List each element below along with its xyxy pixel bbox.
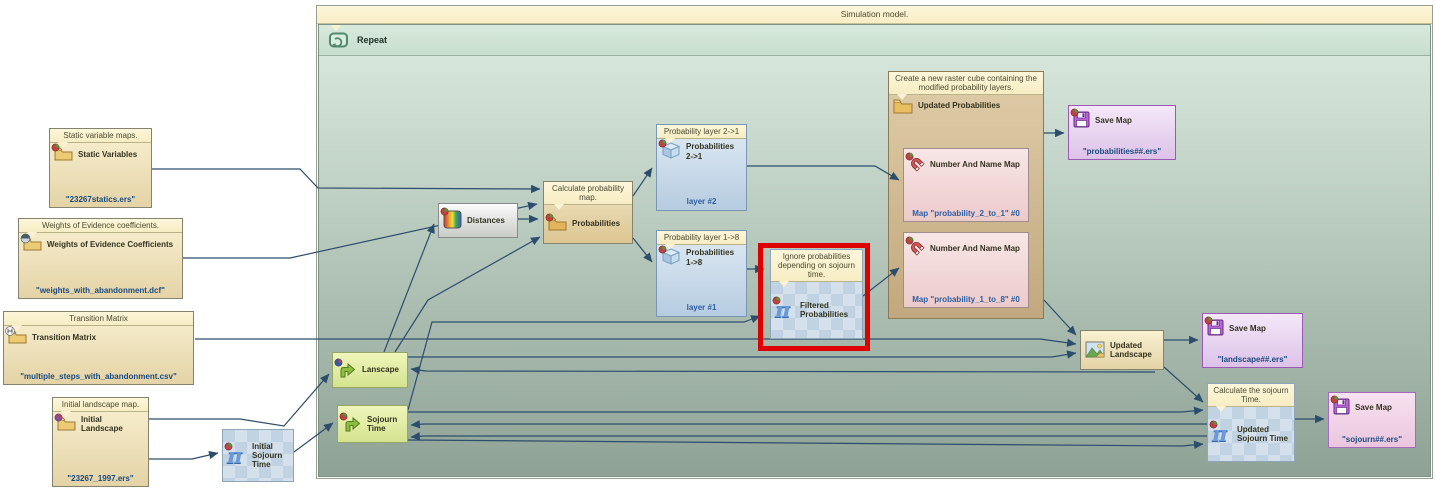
initial-landscape-label: Initial Landscape [81, 415, 144, 433]
landscape-image-icon [1085, 341, 1105, 358]
static-variables-file: "23267statics.ers" [50, 193, 151, 207]
map-dot-icon [1330, 395, 1339, 404]
matrix-grid-icon [5, 326, 15, 336]
lanscape-mux-functor[interactable]: Lanscape [332, 352, 408, 388]
number-name-map-1-8-functor[interactable]: Number And Name Map Map "probability_1_t… [903, 232, 1029, 308]
nnm-1-8-label: Number And Name Map [930, 244, 1020, 253]
map-dot-icon [1070, 108, 1079, 117]
notch [1216, 406, 1226, 412]
transition-matrix-file: "multiple_steps_with_abandonment.csv" [4, 370, 193, 384]
calc-probability-functor[interactable]: Calculate probability map. Probabilities [543, 181, 633, 244]
initial-sojourn-time-label: Initial Sojourn Time [252, 442, 289, 470]
balance-dot-icon [20, 233, 31, 244]
save-probabilities-file: "probabilities##.ers" [1069, 145, 1175, 159]
transition-matrix-functor[interactable]: Transition Matrix Transition Matrix "mul… [3, 311, 194, 385]
initial-landscape-functor[interactable]: Initial landscape map. Initial Landscape… [52, 397, 149, 487]
weights-comment: Weights of Evidence coefficients. [19, 219, 182, 233]
prob-layer-2-comment: Probability layer 2->1 [657, 125, 746, 139]
map-dot-icon [54, 413, 63, 422]
map-dot-icon [905, 236, 914, 245]
map-dot-icon [905, 152, 914, 161]
initial-landscape-comment: Initial landscape map. [53, 398, 148, 412]
map-dot-icon [545, 213, 554, 222]
prob-layer-1-comment: Probability layer 1->8 [657, 231, 746, 245]
save-map-probabilities-functor[interactable]: Save Map "probabilities##.ers" [1068, 105, 1176, 160]
probabilities-label: Probabilities [572, 219, 620, 228]
layer-2-tag: layer #2 [657, 197, 746, 210]
sojourn-time-mux-functor[interactable]: Sojourn Time [337, 405, 408, 443]
updated-landscape-label: Updated Landscape [1110, 341, 1159, 359]
probability-layer-1-functor[interactable]: Probability layer 1->8 Probabilities 1->… [656, 230, 747, 317]
map-dot-icon [51, 143, 60, 152]
probabilities-1-8-label: Probabilities 1->8 [686, 248, 742, 266]
save-map-label: Save Map [1229, 324, 1266, 333]
transition-matrix-label: Transition Matrix [32, 333, 96, 342]
save-map-landscape-functor[interactable]: Save Map "landscape##.ers" [1202, 313, 1303, 368]
map-dot-icon [334, 358, 343, 367]
map-dot-icon [440, 207, 449, 216]
save-map-label: Save Map [1355, 403, 1392, 412]
map-dot-icon [224, 442, 233, 451]
weights-of-evidence-functor[interactable]: Weights of Evidence coefficients. Weight… [18, 218, 183, 299]
save-map-sojourn-functor[interactable]: Save Map "sojourn##.ers" [1328, 392, 1416, 448]
lanscape-label: Lanscape [362, 365, 399, 374]
updated-sojourn-time-label: Updated Sojourn Time [1237, 425, 1290, 443]
highlight-rectangle [758, 243, 870, 351]
map-dot-icon [1204, 316, 1213, 325]
map-dot-icon [658, 139, 667, 148]
pi-icon: π [227, 445, 247, 467]
calc-sojourn-comment: Calculate the sojourn Time. [1208, 384, 1294, 407]
sojourn-time-label: Sojourn Time [367, 415, 403, 433]
updated-sojourn-time-functor[interactable]: Calculate the sojourn Time. π Updated So… [1207, 383, 1295, 462]
save-landscape-file: "landscape##.ers" [1203, 353, 1302, 367]
weights-file: "weights_with_abandonment.dcf" [19, 284, 182, 298]
notch [554, 204, 564, 210]
calc-probability-comment: Calculate probability map. [544, 182, 632, 205]
weights-label: Weights of Evidence Coefficients [47, 240, 173, 249]
updated-landscape-functor[interactable]: Updated Landscape [1080, 330, 1164, 370]
probability-layer-2-functor[interactable]: Probability layer 2->1 Probabilities 2->… [656, 124, 747, 211]
static-variables-comment: Static variable maps. [50, 129, 151, 143]
save-map-label: Save Map [1095, 116, 1132, 125]
map-dot-icon [1209, 420, 1218, 429]
transition-matrix-comment: Transition Matrix [4, 312, 193, 326]
distances-functor[interactable]: Distances [438, 203, 518, 238]
initial-landscape-file: "23267_1997.ers" [53, 472, 148, 486]
static-variables-functor[interactable]: Static variable maps. Static Variables "… [49, 128, 152, 208]
model-canvas: Simulation model. Repeat Create a new ra… [0, 0, 1436, 491]
nnm-1-8-value: Map "probability_1_to_8" #0 [904, 293, 1028, 307]
pi-icon: π [1212, 423, 1232, 445]
nnm-2-1-label: Number And Name Map [930, 160, 1020, 169]
save-sojourn-file: "sojourn##.ers" [1329, 433, 1415, 447]
nnm-2-1-value: Map "probability_2_to_1" #0 [904, 207, 1028, 221]
number-name-map-2-1-functor[interactable]: Number And Name Map Map "probability_2_t… [903, 148, 1029, 222]
static-variables-label: Static Variables [78, 150, 137, 159]
map-dot-icon [339, 412, 348, 421]
distances-label: Distances [467, 216, 505, 225]
map-dot-icon [658, 245, 667, 254]
initial-sojourn-time-functor[interactable]: π Initial Sojourn Time [222, 429, 294, 482]
layer-1-tag: layer #1 [657, 303, 746, 316]
probabilities-2-1-label: Probabilities 2->1 [686, 142, 742, 160]
